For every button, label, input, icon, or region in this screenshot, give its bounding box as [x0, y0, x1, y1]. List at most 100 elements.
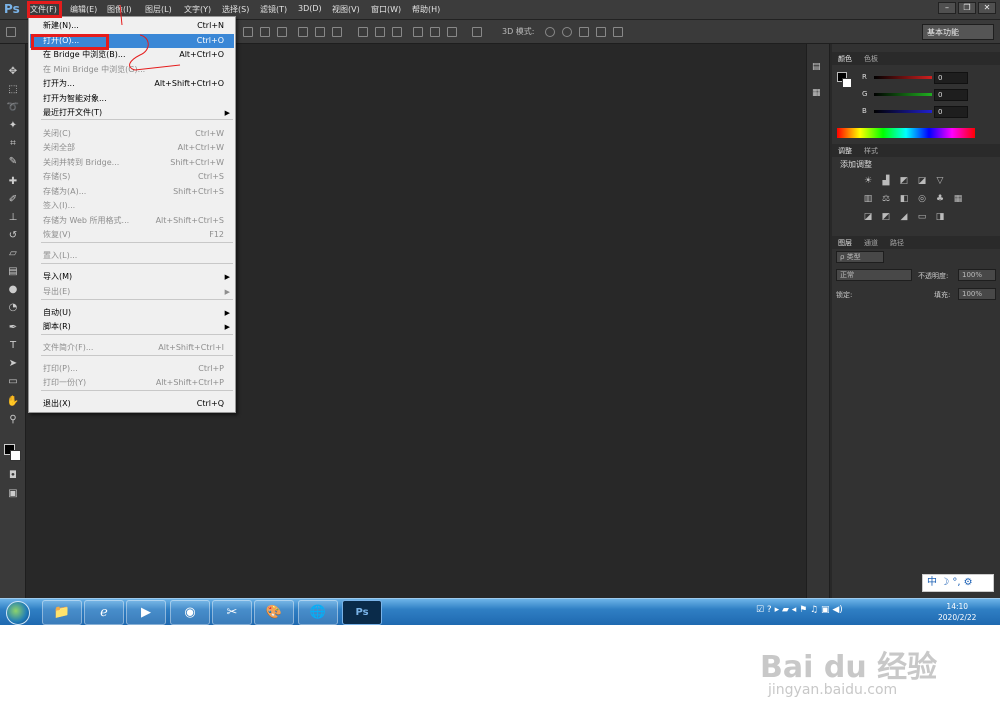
pen-tool-icon[interactable]: ✒	[6, 322, 20, 334]
brush-tool-icon[interactable]: ✐	[6, 194, 20, 206]
move-tool-preset-icon[interactable]	[6, 27, 16, 37]
clone-stamp-tool-icon[interactable]: ⊥	[6, 212, 20, 224]
hue-saturation-icon[interactable]: ▥	[862, 194, 874, 205]
tab-swatches[interactable]: 色板	[864, 54, 878, 64]
3d-slide-icon[interactable]	[596, 27, 606, 37]
tab-adjustments[interactable]: 调整	[838, 146, 852, 156]
brightness-icon[interactable]: ☀	[862, 176, 874, 187]
file-menu-item[interactable]: 导入(M) ▶	[30, 270, 234, 284]
history-panel-icon[interactable]: ▤	[812, 62, 826, 76]
workspace-select[interactable]: 基本功能	[922, 24, 994, 40]
tray-icons[interactable]: ☑ ? ▸ ▰ ◂ ⚑ ♫ ▣ ◀)	[756, 605, 843, 615]
close-button[interactable]: ✕	[978, 2, 996, 14]
tab-channels[interactable]: 通道	[864, 238, 878, 248]
gradient-map-icon[interactable]: ▭	[916, 212, 928, 223]
type-tool-icon[interactable]: T	[6, 340, 20, 352]
file-menu-item[interactable]: 退出(X) Ctrl+Q	[30, 397, 234, 411]
align-left-icon[interactable]	[298, 27, 308, 37]
layer-filter-select[interactable]: ρ 类型	[836, 251, 884, 263]
move-tool-icon[interactable]: ✥	[6, 66, 20, 78]
menu-edit[interactable]: 编辑(E)	[70, 4, 97, 15]
healing-brush-tool-icon[interactable]: ✚	[6, 176, 20, 188]
file-menu-item[interactable]: 恢复(V) F12	[30, 228, 234, 242]
file-menu-item[interactable]: 存储为 Web 所用格式... Alt+Shift+Ctrl+S	[30, 214, 234, 228]
file-menu-item[interactable]: 存储(S) Ctrl+S	[30, 170, 234, 184]
screen-mode-icon[interactable]: ▣	[6, 488, 20, 500]
channel-mixer-icon[interactable]: ♣	[934, 194, 946, 205]
blend-mode-select[interactable]: 正常	[836, 269, 912, 281]
selective-color-icon[interactable]: ◨	[934, 212, 946, 223]
black-white-icon[interactable]: ◧	[898, 194, 910, 205]
zoom-tool-icon[interactable]: ⚲	[6, 414, 20, 426]
invert-icon[interactable]: ◪	[862, 212, 874, 223]
start-button[interactable]	[6, 601, 30, 625]
auto-align-icon[interactable]	[472, 27, 482, 37]
distribute-center-icon[interactable]	[430, 27, 440, 37]
minimize-button[interactable]: –	[938, 2, 956, 14]
chrome-icon[interactable]: ◉	[170, 600, 210, 625]
tab-color[interactable]: 颜色	[838, 54, 852, 64]
tool-icon[interactable]: ✂	[212, 600, 252, 625]
distribute-top-icon[interactable]	[358, 27, 368, 37]
folder-icon[interactable]: 📁	[42, 600, 82, 625]
photoshop-taskbar-button[interactable]: Ps	[342, 600, 382, 625]
green-value-input[interactable]: 0	[934, 89, 968, 101]
tab-paths[interactable]: 路径	[890, 238, 904, 248]
levels-icon[interactable]: ▟	[880, 176, 892, 187]
opacity-input[interactable]: 100%	[958, 269, 996, 281]
file-menu-item[interactable]: 打开为智能对象...	[30, 92, 234, 106]
quick-mask-icon[interactable]: ◘	[6, 470, 20, 482]
3d-scale-icon[interactable]	[613, 27, 623, 37]
threshold-icon[interactable]: ◢	[898, 212, 910, 223]
file-menu-item[interactable]: 关闭全部 Alt+Ctrl+W	[30, 141, 234, 155]
distribute-left-icon[interactable]	[413, 27, 423, 37]
3d-rotate-icon[interactable]	[545, 27, 555, 37]
align-bottom-icon[interactable]	[277, 27, 287, 37]
file-menu-item[interactable]: 打印(P)... Ctrl+P	[30, 362, 234, 376]
red-slider[interactable]	[874, 76, 932, 79]
file-menu-item[interactable]: 文件简介(F)... Alt+Shift+Ctrl+I	[30, 341, 234, 355]
file-menu-item[interactable]: 自动(U) ▶	[30, 306, 234, 320]
file-menu-item[interactable]: 打印一份(Y) Alt+Shift+Ctrl+P	[30, 376, 234, 390]
vibrance-icon[interactable]: ▽	[934, 176, 946, 187]
file-menu-item[interactable]: 脚本(R) ▶	[30, 320, 234, 334]
path-selection-tool-icon[interactable]: ➤	[6, 358, 20, 370]
file-menu-item[interactable]: 关闭(C) Ctrl+W	[30, 127, 234, 141]
paint-icon[interactable]: 🎨	[254, 600, 294, 625]
exposure-icon[interactable]: ◪	[916, 176, 928, 187]
file-menu-item[interactable]: 置入(L)...	[30, 249, 234, 263]
photo-filter-icon[interactable]: ◎	[916, 194, 928, 205]
3d-pan-icon[interactable]	[579, 27, 589, 37]
lasso-tool-icon[interactable]: ➰	[6, 102, 20, 114]
align-top-icon[interactable]	[243, 27, 253, 37]
eraser-tool-icon[interactable]: ▱	[6, 248, 20, 260]
taskbar-clock[interactable]: 14:10 2020/2/22	[938, 601, 976, 623]
green-slider[interactable]	[874, 93, 932, 96]
3d-roll-icon[interactable]	[562, 27, 572, 37]
marquee-tool-icon[interactable]: ⬚	[6, 84, 20, 96]
ime-toolbar[interactable]: 中 ☽ °, ⚙	[922, 574, 994, 592]
align-middle-icon[interactable]	[260, 27, 270, 37]
panel-background-swatch[interactable]	[842, 78, 852, 88]
file-menu-item[interactable]: 导出(E) ▶	[30, 285, 234, 299]
menu-help[interactable]: 帮助(H)	[412, 4, 440, 15]
media-icon[interactable]: ▶	[126, 600, 166, 625]
menu-filter[interactable]: 滤镜(T)	[260, 4, 287, 15]
curves-icon[interactable]: ◩	[898, 176, 910, 187]
blur-tool-icon[interactable]: ●	[6, 284, 20, 296]
menu-select[interactable]: 选择(S)	[222, 4, 249, 15]
crop-tool-icon[interactable]: ⌗	[6, 138, 20, 150]
tab-layers[interactable]: 图层	[838, 238, 852, 248]
red-value-input[interactable]: 0	[934, 72, 968, 84]
fill-input[interactable]: 100%	[958, 288, 996, 300]
eyedropper-tool-icon[interactable]: ✎	[6, 156, 20, 168]
distribute-middle-icon[interactable]	[375, 27, 385, 37]
gradient-tool-icon[interactable]: ▤	[6, 266, 20, 278]
menu-3d[interactable]: 3D(D)	[298, 4, 322, 13]
align-right-icon[interactable]	[332, 27, 342, 37]
align-center-icon[interactable]	[315, 27, 325, 37]
blue-value-input[interactable]: 0	[934, 106, 968, 118]
distribute-right-icon[interactable]	[447, 27, 457, 37]
tab-styles[interactable]: 样式	[864, 146, 878, 156]
menu-view[interactable]: 视图(V)	[332, 4, 360, 15]
